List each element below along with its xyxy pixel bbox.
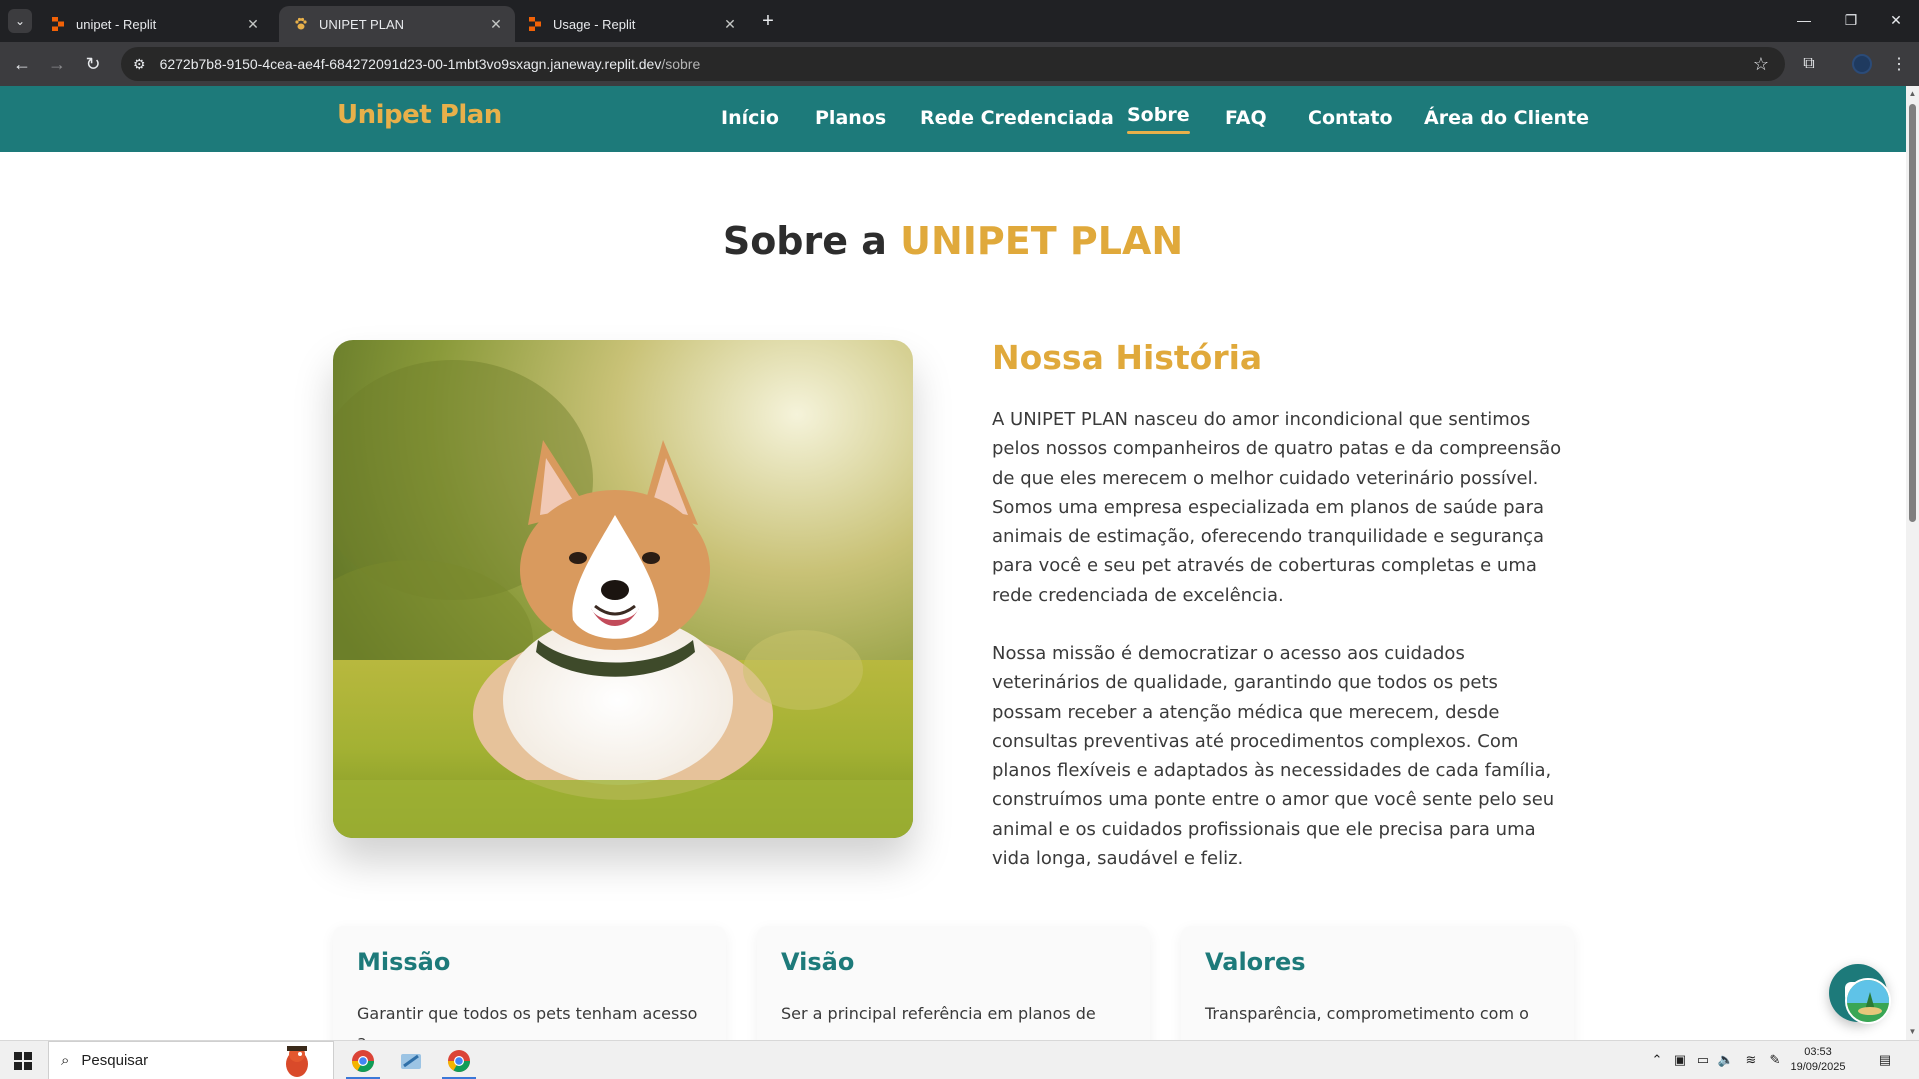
- nav-link-sobre[interactable]: Sobre: [1127, 104, 1190, 134]
- close-window-icon[interactable]: ✕: [1873, 0, 1919, 40]
- url-text: 6272b7b8-9150-4cea-ae4f-684272091d23-00-…: [159, 56, 701, 72]
- nav-link-contato[interactable]: Contato: [1308, 107, 1393, 129]
- nav-link-planos[interactable]: Planos: [815, 107, 886, 129]
- menu-kebab-icon[interactable]: ⋮: [1885, 50, 1913, 78]
- card-valores: Valores Transparência, comprometimento c…: [1181, 926, 1574, 1040]
- notifications-icon[interactable]: ▤: [1876, 1051, 1894, 1069]
- tab-search-button[interactable]: ⌄: [8, 9, 32, 33]
- forward-arrow-icon[interactable]: →: [43, 50, 71, 78]
- site-settings-icon[interactable]: ⚙: [133, 56, 146, 73]
- unipet-logo[interactable]: Unipet Plan: [337, 100, 502, 130]
- nav-link-inicio[interactable]: Início: [721, 107, 779, 129]
- close-tab-icon[interactable]: ✕: [487, 15, 505, 33]
- page-viewport: Unipet Plan Início Planos Rede Credencia…: [0, 86, 1906, 1040]
- search-icon: ⌕: [61, 1052, 70, 1069]
- page-scrollbar[interactable]: ▲ ▼: [1906, 86, 1919, 1040]
- paw-icon: [293, 16, 309, 32]
- close-tab-icon[interactable]: ✕: [721, 15, 739, 33]
- nav-link-faq[interactable]: FAQ: [1225, 107, 1267, 129]
- browser-toolbar: ← → ↻ ⚙ 6272b7b8-9150-4cea-ae4f-68427209…: [0, 42, 1919, 86]
- minimize-icon[interactable]: —: [1781, 0, 1827, 40]
- browser-tab-unipet-plan[interactable]: UNIPET PLAN ✕: [279, 6, 515, 42]
- scroll-up-arrow-icon[interactable]: ▲: [1908, 89, 1917, 98]
- replit-icon: [50, 16, 66, 32]
- back-arrow-icon[interactable]: ←: [8, 50, 36, 78]
- island-badge-icon[interactable]: [1845, 978, 1891, 1024]
- bookmark-star-icon[interactable]: ☆: [1753, 54, 1769, 75]
- restore-icon[interactable]: ❐: [1828, 0, 1874, 40]
- page-title: Sobre a UNIPET PLAN: [722, 219, 1184, 263]
- taskbar-chrome-icon[interactable]: [340, 1041, 386, 1079]
- browser-tab-strip: ⌄ unipet - Replit ✕ UNIPET PLAN ✕ Usage …: [0, 0, 1919, 42]
- new-tab-plus-icon[interactable]: +: [756, 9, 780, 33]
- taskbar-clock[interactable]: 03:53 19/09/2025: [1786, 1045, 1850, 1075]
- replit-icon: [527, 16, 543, 32]
- tray-pen-icon[interactable]: ✎: [1766, 1051, 1784, 1069]
- corgi-photo: [333, 340, 913, 838]
- tray-wifi-icon[interactable]: ≋: [1742, 1051, 1760, 1069]
- tray-volume-icon[interactable]: 🔈: [1717, 1051, 1735, 1069]
- taskbar-chrome-profile-icon[interactable]: [436, 1041, 482, 1079]
- scrollbar-thumb[interactable]: [1909, 104, 1916, 522]
- tab-title: Usage - Replit: [553, 16, 636, 32]
- extensions-puzzle-icon[interactable]: ⧉: [1795, 50, 1823, 78]
- tray-chevron-up-icon[interactable]: ⌃: [1648, 1051, 1666, 1069]
- address-bar[interactable]: ⚙ 6272b7b8-9150-4cea-ae4f-684272091d23-0…: [121, 47, 1785, 81]
- card-text: Transparência, comprometimento com o: [1205, 1004, 1529, 1023]
- card-text: Ser a principal referência em planos de: [781, 1004, 1096, 1023]
- story-paragraph-2: Nossa missão é democratizar o acesso aos…: [992, 643, 1555, 870]
- scroll-down-arrow-icon[interactable]: ▼: [1908, 1027, 1917, 1036]
- tab-title: UNIPET PLAN: [319, 16, 405, 32]
- windows-taskbar: ⌕ Pesquisar ⌃ ▣ ▭ 🔈 ≋ ✎ 03:53 19/09/2025…: [0, 1040, 1919, 1079]
- browser-tab-unipet-replit[interactable]: unipet - Replit ✕: [36, 6, 272, 42]
- taskbar-app-icon[interactable]: [388, 1041, 434, 1079]
- search-highlight-illustration-icon: [286, 1046, 308, 1077]
- story-paragraph-1: A UNIPET PLAN nasceu do amor incondicion…: [992, 409, 1562, 606]
- nav-link-area-do-cliente[interactable]: Área do Cliente: [1424, 107, 1589, 129]
- card-title: Visão: [781, 948, 855, 976]
- reload-icon[interactable]: ↻: [79, 50, 107, 78]
- tray-meet-icon[interactable]: ▣: [1671, 1051, 1689, 1069]
- card-title: Missão: [357, 948, 451, 976]
- site-header: Unipet Plan Início Planos Rede Credencia…: [0, 86, 1906, 152]
- story-title: Nossa História: [992, 338, 1263, 377]
- close-tab-icon[interactable]: ✕: [244, 15, 262, 33]
- profile-avatar[interactable]: [1848, 50, 1876, 78]
- card-text: Garantir que todos os pets tenham acesso…: [357, 1004, 698, 1040]
- tab-title: unipet - Replit: [76, 16, 157, 32]
- card-title: Valores: [1205, 948, 1306, 976]
- windows-start-icon[interactable]: [0, 1041, 46, 1079]
- card-missao: Missão Garantir que todos os pets tenham…: [333, 926, 726, 1040]
- tray-display-icon[interactable]: ▭: [1694, 1051, 1712, 1069]
- nav-link-rede-credenciada[interactable]: Rede Credenciada: [920, 107, 1114, 129]
- browser-tab-usage-replit[interactable]: Usage - Replit ✕: [513, 6, 749, 42]
- card-visao: Visão Ser a principal referência em plan…: [757, 926, 1150, 1040]
- taskbar-search-input[interactable]: ⌕ Pesquisar: [48, 1041, 334, 1079]
